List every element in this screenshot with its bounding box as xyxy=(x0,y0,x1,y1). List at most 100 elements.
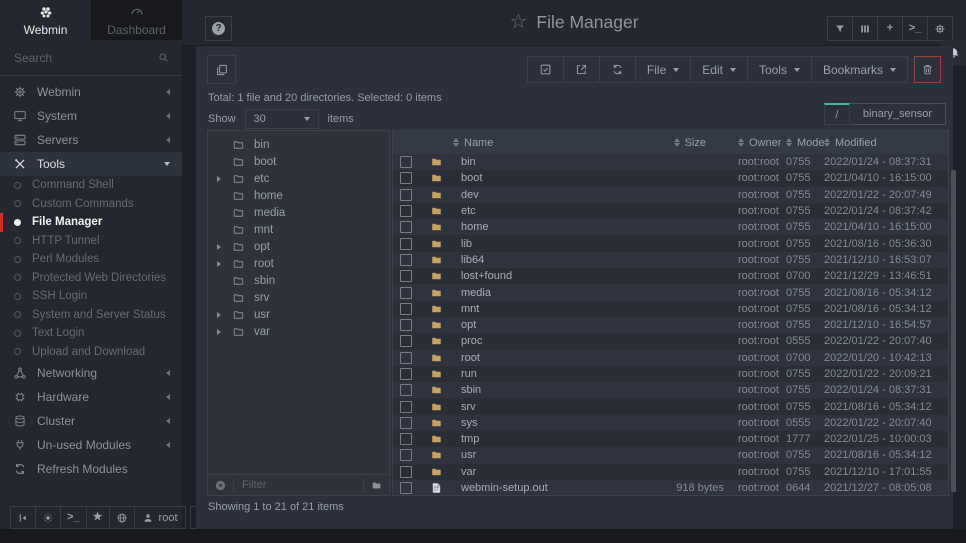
select-all-button[interactable] xyxy=(528,57,563,82)
row-checkbox[interactable] xyxy=(400,449,412,461)
row-checkbox[interactable] xyxy=(400,401,412,413)
table-row-root[interactable]: rootroot:root07002022/01/20 - 10:42:13 xyxy=(393,350,948,366)
share-button[interactable] xyxy=(563,57,599,82)
row-checkbox[interactable] xyxy=(400,303,412,315)
table-row-boot[interactable]: bootroot:root07552021/04/10 - 16:15:00 xyxy=(393,170,948,186)
table-row-lib[interactable]: libroot:root07552021/08/16 - 05:36:30 xyxy=(393,235,948,251)
tree-item-bin[interactable]: bin xyxy=(208,136,389,153)
trash-button[interactable] xyxy=(914,56,941,83)
theme-button[interactable] xyxy=(36,506,61,529)
tree-item-media[interactable]: media xyxy=(208,204,389,221)
expander-icon[interactable] xyxy=(217,261,232,267)
menu-bookmarks[interactable]: Bookmarks xyxy=(811,57,907,82)
sidebar-item-networking[interactable]: Networking xyxy=(0,361,182,385)
sidebar-subitem-system-and-server-status[interactable]: System and Server Status xyxy=(0,306,182,325)
sidebar-subitem-command-shell[interactable]: Command Shell xyxy=(0,176,182,195)
row-checkbox[interactable] xyxy=(400,417,412,429)
row-checkbox[interactable] xyxy=(400,270,412,282)
column-header-modified[interactable]: Modified xyxy=(824,137,948,149)
search-input[interactable] xyxy=(12,50,149,66)
table-row-tmp[interactable]: tmproot:root17772022/01/25 - 10:00:03 xyxy=(393,431,948,447)
tree-item-root[interactable]: root xyxy=(208,255,389,272)
sidebar-subitem-text-login[interactable]: Text Login xyxy=(0,324,182,343)
table-row-usr[interactable]: usrroot:root07552021/08/16 - 05:34:12 xyxy=(393,447,948,463)
sidebar-subitem-upload-and-download[interactable]: Upload and Download xyxy=(0,343,182,362)
tree-filter-input[interactable] xyxy=(240,478,357,492)
settings-button[interactable] xyxy=(927,17,952,40)
expander-icon[interactable] xyxy=(217,329,232,335)
sidebar-subitem-custom-commands[interactable]: Custom Commands xyxy=(0,195,182,214)
sidebar-subitem-protected-web-directories[interactable]: Protected Web Directories xyxy=(0,269,182,288)
row-checkbox[interactable] xyxy=(400,335,412,347)
row-checkbox[interactable] xyxy=(400,482,412,494)
row-checkbox[interactable] xyxy=(400,156,412,168)
sidebar-item-system[interactable]: System xyxy=(0,104,182,128)
menu-edit[interactable]: Edit xyxy=(690,57,747,82)
column-header-owner[interactable]: Owner xyxy=(726,137,786,149)
tab-dashboard[interactable]: Dashboard xyxy=(91,0,182,40)
sidebar-item-servers[interactable]: Servers xyxy=(0,128,182,152)
row-checkbox[interactable] xyxy=(400,466,412,478)
table-row-media[interactable]: mediaroot:root07552021/08/16 - 05:34:12 xyxy=(393,284,948,300)
user-button[interactable]: root xyxy=(135,506,186,529)
menu-tools[interactable]: Tools xyxy=(747,57,811,82)
sidebar-subitem-file-manager[interactable]: File Manager xyxy=(0,213,182,232)
sidebar-subitem-http-tunnel[interactable]: HTTP Tunnel xyxy=(0,232,182,251)
row-checkbox[interactable] xyxy=(400,287,412,299)
sidebar-item-tools[interactable]: Tools xyxy=(0,152,182,176)
terminal-button[interactable]: >_ xyxy=(902,17,927,40)
table-row-sys[interactable]: sysroot:root05552022/01/22 - 20:07:40 xyxy=(393,415,948,431)
table-row-dev[interactable]: devroot:root07552022/01/22 - 20:07:49 xyxy=(393,187,948,203)
row-checkbox[interactable] xyxy=(400,352,412,364)
row-checkbox[interactable] xyxy=(400,205,412,217)
table-row-webmin-setup-out[interactable]: webmin-setup.out918 bytesroot:root064420… xyxy=(393,480,948,496)
clear-filter-icon[interactable] xyxy=(214,479,227,492)
columns-button[interactable] xyxy=(852,17,877,40)
tree-item-etc[interactable]: etc xyxy=(208,170,389,187)
folder-small-icon[interactable] xyxy=(370,480,383,491)
table-row-proc[interactable]: procroot:root05552022/01/22 - 20:07:40 xyxy=(393,333,948,349)
tree-item-var[interactable]: var xyxy=(208,323,389,340)
tree-item-mnt[interactable]: mnt xyxy=(208,221,389,238)
row-checkbox[interactable] xyxy=(400,319,412,331)
column-header-mode[interactable]: Mode xyxy=(786,137,824,149)
tree-item-srv[interactable]: srv xyxy=(208,289,389,306)
table-row-sbin[interactable]: sbinroot:root07552022/01/24 - 08:37:31 xyxy=(393,382,948,398)
table-row-bin[interactable]: binroot:root07552022/01/24 - 08:37:31 xyxy=(393,154,948,170)
refresh-button[interactable] xyxy=(599,57,635,82)
table-row-lost-found[interactable]: lost+foundroot:root07002021/12/29 - 13:4… xyxy=(393,268,948,284)
row-checkbox[interactable] xyxy=(400,172,412,184)
row-checkbox[interactable] xyxy=(400,189,412,201)
table-row-opt[interactable]: optroot:root07552021/12/10 - 16:54:57 xyxy=(393,317,948,333)
row-checkbox[interactable] xyxy=(400,221,412,233)
tree-item-boot[interactable]: boot xyxy=(208,153,389,170)
menu-file[interactable]: File xyxy=(635,57,690,82)
tree-item-usr[interactable]: usr xyxy=(208,306,389,323)
tree-item-home[interactable]: home xyxy=(208,187,389,204)
sidebar-item-webmin[interactable]: Webmin xyxy=(0,80,182,104)
row-checkbox[interactable] xyxy=(400,368,412,380)
row-checkbox[interactable] xyxy=(400,238,412,250)
tree-item-opt[interactable]: opt xyxy=(208,238,389,255)
sidebar-subitem-perl-modules[interactable]: Perl Modules xyxy=(0,250,182,269)
sidebar-item-hardware[interactable]: Hardware xyxy=(0,385,182,409)
breadcrumb-root-button[interactable]: / xyxy=(824,103,850,125)
sidebar-item-un-used-modules[interactable]: Un-used Modules xyxy=(0,433,182,457)
help-button[interactable]: ? xyxy=(205,16,232,41)
add-button[interactable]: + xyxy=(877,17,902,40)
table-row-home[interactable]: homeroot:root07552021/04/10 - 16:15:00 xyxy=(393,219,948,235)
language-button[interactable] xyxy=(110,506,135,529)
column-header-size[interactable]: Size xyxy=(664,137,726,149)
tab-webmin[interactable]: Webmin xyxy=(0,0,91,40)
expander-icon[interactable] xyxy=(217,176,232,182)
scrollbar-thumb[interactable] xyxy=(951,170,956,492)
sidebar-subitem-ssh-login[interactable]: SSH Login xyxy=(0,287,182,306)
table-row-mnt[interactable]: mntroot:root07552021/08/16 - 05:34:12 xyxy=(393,301,948,317)
copy-path-button[interactable] xyxy=(207,55,236,84)
expander-icon[interactable] xyxy=(217,312,232,318)
column-header-name[interactable]: Name xyxy=(453,137,664,149)
favorites-button[interactable]: ★ xyxy=(87,506,110,529)
table-row-etc[interactable]: etcroot:root07552022/01/24 - 08:37:42 xyxy=(393,203,948,219)
terminal-button[interactable]: >_ xyxy=(61,506,87,529)
row-checkbox[interactable] xyxy=(400,384,412,396)
